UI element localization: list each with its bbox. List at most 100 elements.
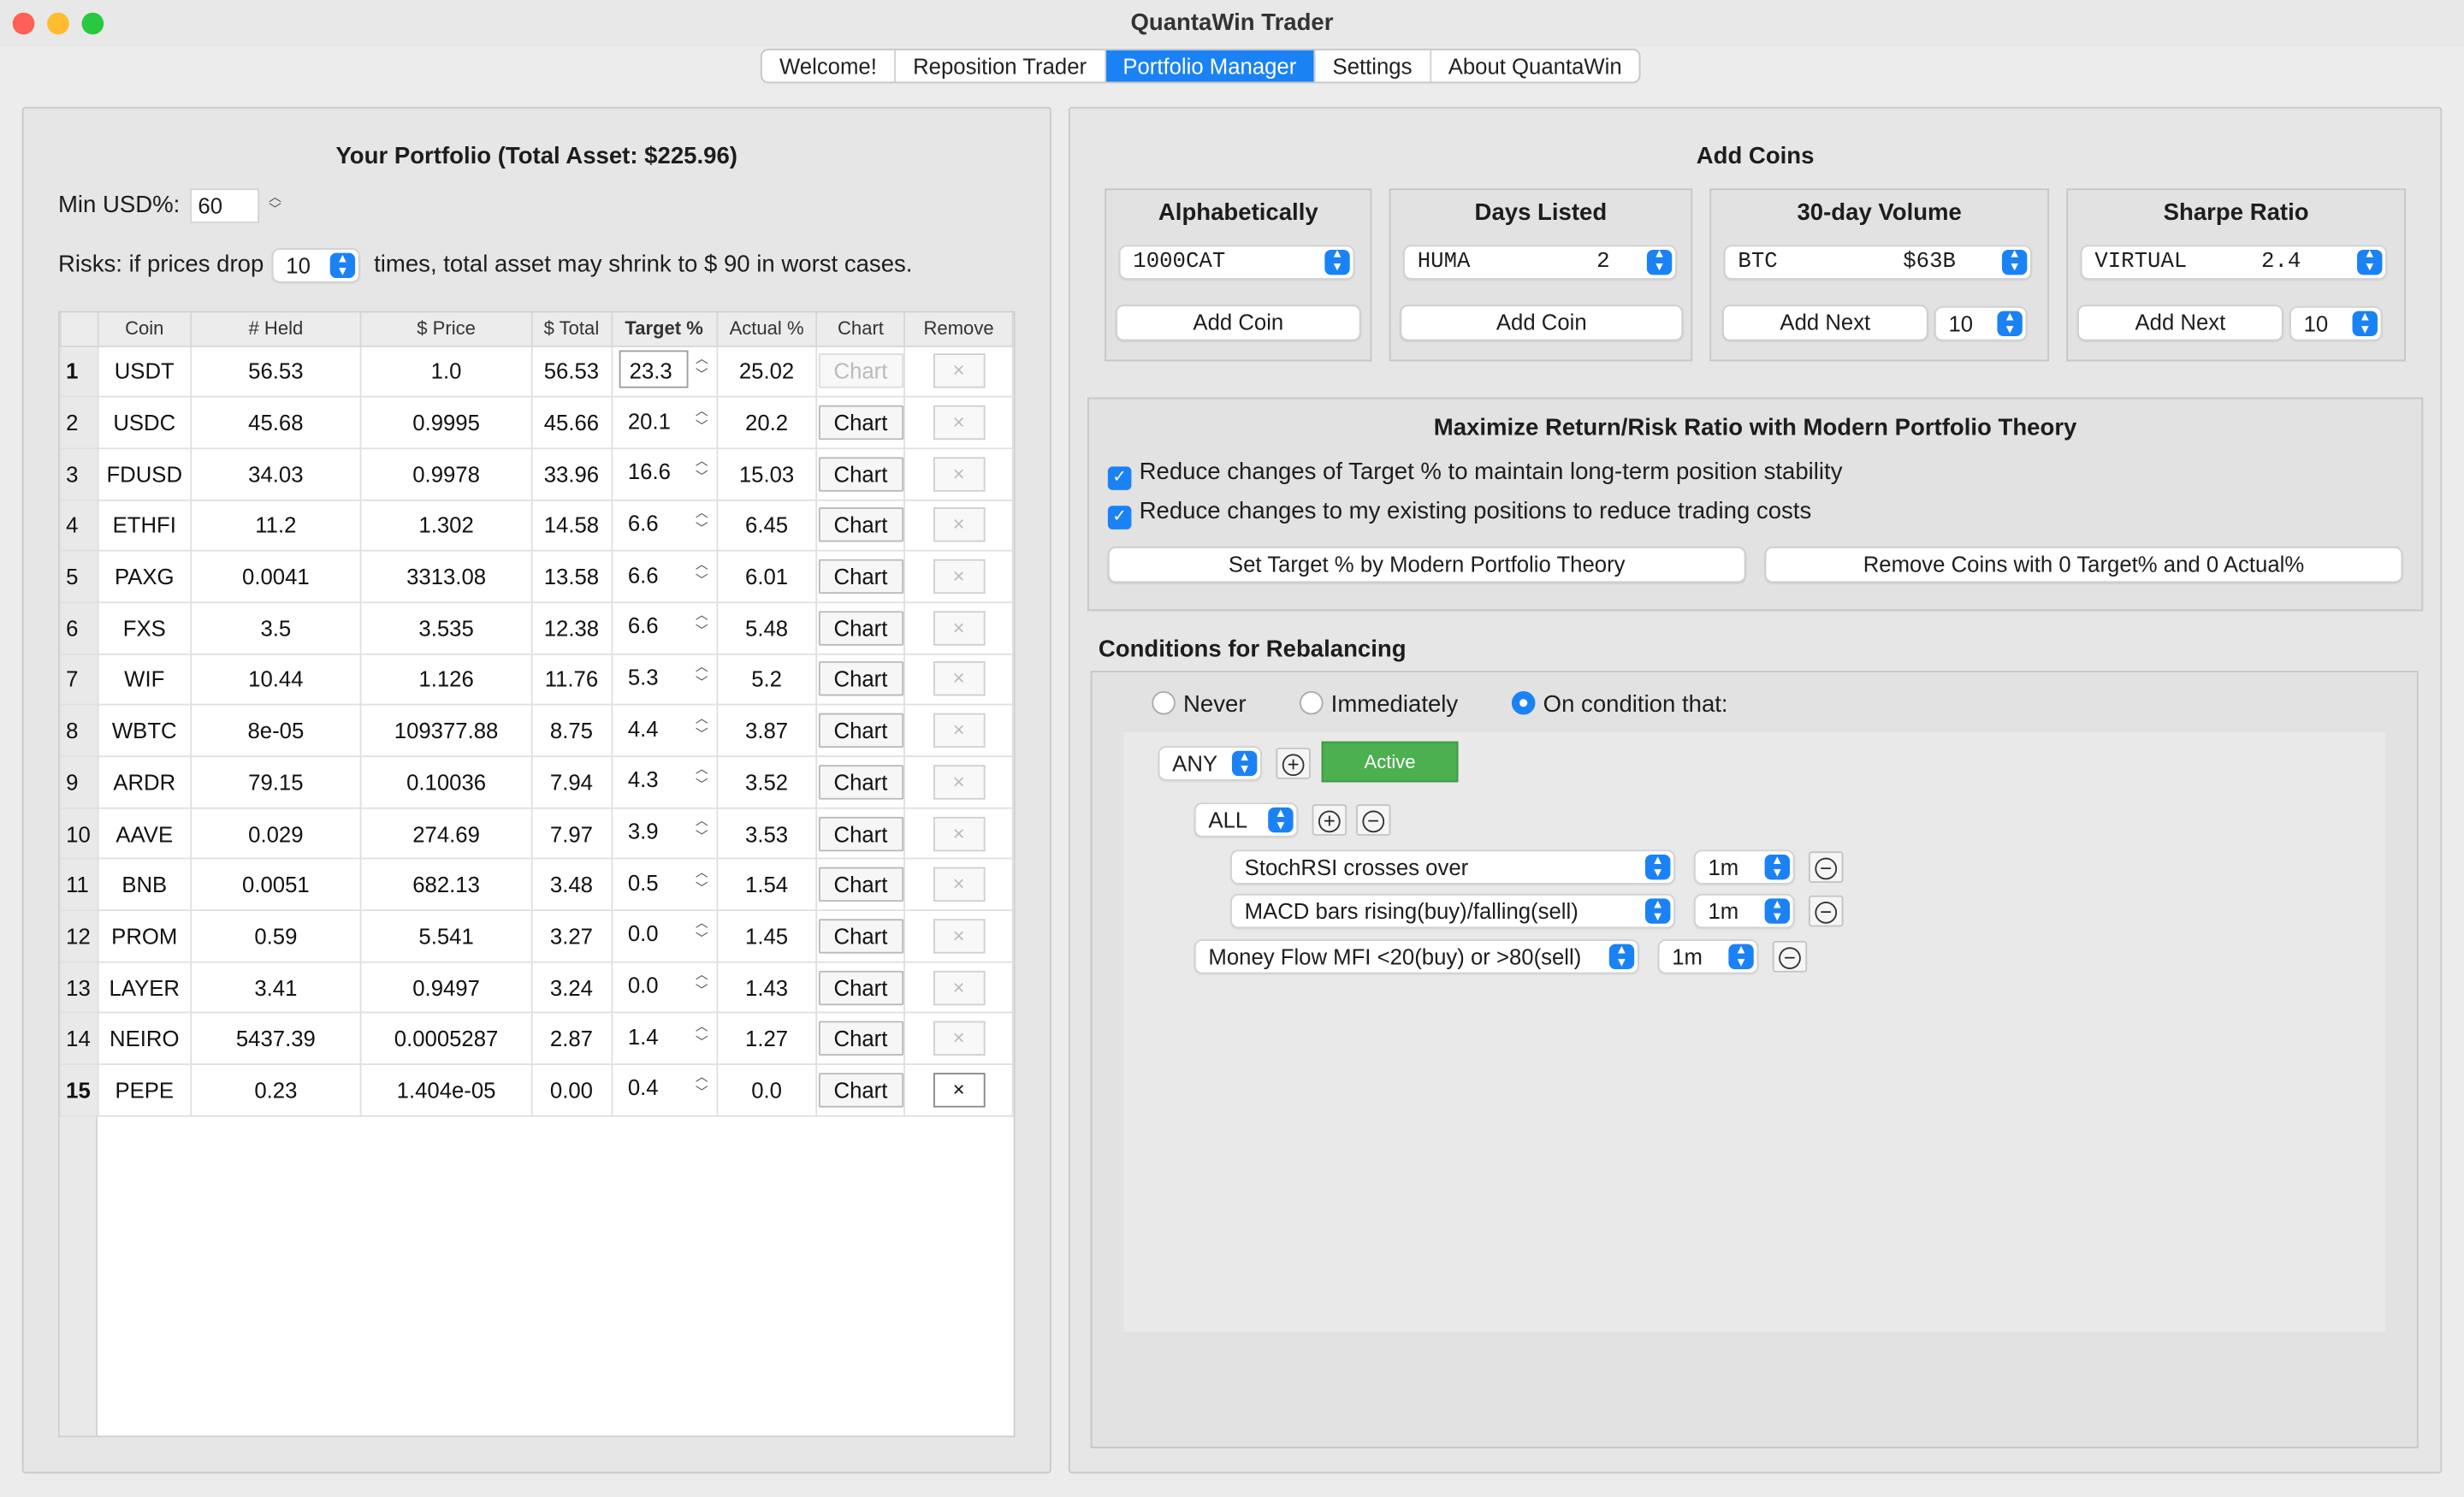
target-spinbox[interactable]: 0.4 ︿ ﹀	[615, 1066, 713, 1109]
stepper-icon[interactable]: ︿ ﹀	[696, 506, 708, 537]
remove-button[interactable]: ×	[933, 816, 985, 851]
target-spinbox[interactable]: 6.6 ︿ ﹀	[615, 501, 713, 545]
min-usd-stepper-icon[interactable]: ︿ ﹀	[265, 191, 284, 216]
target-spinbox[interactable]: 0.5 ︿ ﹀	[615, 861, 713, 904]
stepper-icon[interactable]: ︿ ﹀	[696, 660, 708, 691]
target-value[interactable]: 4.3	[618, 760, 688, 799]
target-value[interactable]: 3.9	[618, 812, 688, 850]
chart-button[interactable]: Chart	[818, 970, 903, 1005]
volume-coin-select[interactable]: BTC $63B ▲ ▼	[1723, 245, 2032, 280]
chart-button[interactable]: Chart	[818, 456, 903, 492]
chart-button[interactable]: Chart	[818, 764, 903, 800]
radio-icon[interactable]	[1299, 690, 1324, 715]
target-spinbox[interactable]: 5.3 ︿ ﹀	[615, 655, 713, 699]
add-subcondition-button[interactable]: +	[1312, 804, 1348, 836]
tab-settings[interactable]: Settings	[1315, 50, 1431, 82]
target-value[interactable]: 16.6	[618, 453, 688, 491]
remove-button[interactable]: ×	[933, 713, 985, 748]
stepper-icon[interactable]: ︿ ﹀	[696, 557, 708, 589]
remove-condition-3-button[interactable]: −	[1772, 940, 1808, 973]
chart-button[interactable]: Chart	[818, 816, 903, 851]
condition-2-indicator-select[interactable]: MACD bars rising(buy)/falling(sell) ▲ ▼	[1230, 893, 1675, 929]
remove-button[interactable]: ×	[933, 456, 985, 492]
target-cell[interactable]: 5.3 ︿ ﹀	[610, 653, 718, 707]
sharpe-coin-select[interactable]: VIRTUAL 2.4 ▲ ▼	[2080, 245, 2387, 280]
chart-button[interactable]: Chart	[818, 353, 903, 389]
target-cell[interactable]: 4.3 ︿ ﹀	[610, 755, 718, 809]
target-spinbox[interactable]: 16.6 ︿ ﹀	[615, 450, 713, 494]
min-usd-input[interactable]: 60	[190, 188, 260, 223]
target-cell[interactable]: 0.4 ︿ ﹀	[610, 1063, 718, 1117]
target-value[interactable]: 0.4	[618, 1068, 688, 1107]
chart-button[interactable]: Chart	[818, 919, 903, 954]
mpt-check-stability[interactable]: ✓ Reduce changes of Target % to maintain …	[1107, 459, 1842, 490]
tab-about[interactable]: About QuantaWin	[1431, 50, 1639, 82]
target-cell[interactable]: 0.0 ︿ ﹀	[610, 961, 718, 1015]
target-value[interactable]: 23.3	[618, 350, 688, 388]
target-spinbox[interactable]: 4.4 ︿ ﹀	[615, 707, 713, 750]
stepper-icon[interactable]: ︿ ﹀	[696, 352, 708, 383]
stepper-icon[interactable]: ︿ ﹀	[696, 916, 708, 948]
target-spinbox[interactable]: 0.0 ︿ ﹀	[615, 912, 713, 956]
add-condition-button[interactable]: +	[1276, 748, 1311, 779]
radio-on-condition[interactable]: On condition that:	[1511, 690, 1728, 718]
target-cell[interactable]: 16.6 ︿ ﹀	[610, 447, 718, 500]
radio-icon[interactable]	[1152, 690, 1176, 715]
target-value[interactable]: 5.3	[618, 658, 688, 696]
target-spinbox[interactable]: 6.6 ︿ ﹀	[615, 553, 713, 596]
remove-button[interactable]: ×	[933, 764, 985, 800]
risk-times-select[interactable]: 10 ▲ ▼	[271, 248, 360, 283]
target-spinbox[interactable]: 3.9 ︿ ﹀	[615, 809, 713, 853]
target-spinbox[interactable]: 0.0 ︿ ﹀	[615, 963, 713, 1007]
target-spinbox[interactable]: 23.3 ︿ ﹀	[615, 347, 713, 391]
tab-portfolio-manager[interactable]: Portfolio Manager	[1105, 50, 1316, 82]
chart-button[interactable]: Chart	[818, 1021, 903, 1056]
remove-condition-2-button[interactable]: −	[1809, 895, 1844, 927]
target-value[interactable]: 6.6	[618, 504, 688, 542]
all-operator-select[interactable]: ALL ▲ ▼	[1194, 802, 1299, 837]
alphabetical-coin-select[interactable]: 1000CAT ▲ ▼	[1118, 245, 1355, 280]
target-cell[interactable]: 23.3 ︿ ﹀	[610, 345, 718, 398]
target-cell[interactable]: 3.9 ︿ ﹀	[610, 807, 718, 861]
remove-group-button[interactable]: −	[1356, 804, 1391, 836]
target-spinbox[interactable]: 20.1 ︿ ﹀	[615, 399, 713, 442]
col-header-actual[interactable]: Actual %	[715, 312, 818, 346]
target-spinbox[interactable]: 6.6 ︿ ﹀	[615, 604, 713, 648]
stepper-icon[interactable]: ︿ ﹀	[696, 608, 708, 640]
any-operator-select[interactable]: ANY ▲ ▼	[1158, 746, 1262, 781]
condition-1-indicator-select[interactable]: StochRSI crosses over ▲ ▼	[1230, 849, 1675, 885]
target-spinbox[interactable]: 1.4 ︿ ﹀	[615, 1015, 713, 1058]
remove-button[interactable]: ×	[933, 353, 985, 389]
add-coin-alpha-button[interactable]: Add Coin	[1116, 305, 1361, 341]
col-header-remove[interactable]: Remove	[903, 312, 1014, 346]
col-header-chart[interactable]: Chart	[815, 312, 906, 346]
sharpe-count-select[interactable]: 10 ▲ ▼	[2289, 306, 2383, 341]
tab-welcome[interactable]: Welcome!	[762, 50, 896, 82]
stepper-icon[interactable]: ︿ ﹀	[696, 454, 708, 486]
stepper-icon[interactable]: ︿ ﹀	[696, 403, 708, 435]
target-value[interactable]: 1.4	[618, 1017, 688, 1056]
condition-2-interval-select[interactable]: 1m ▲ ▼	[1693, 893, 1795, 929]
condition-1-interval-select[interactable]: 1m ▲ ▼	[1693, 849, 1795, 885]
target-cell[interactable]: 0.5 ︿ ﹀	[610, 858, 718, 912]
target-cell[interactable]: 1.4 ︿ ﹀	[610, 1012, 718, 1066]
chart-button[interactable]: Chart	[818, 1073, 903, 1108]
target-cell[interactable]: 6.6 ︿ ﹀	[610, 550, 718, 604]
remove-button[interactable]: ×	[933, 867, 985, 902]
target-cell[interactable]: 6.6 ︿ ﹀	[610, 499, 718, 552]
stepper-icon[interactable]: ︿ ﹀	[696, 1070, 708, 1102]
remove-condition-1-button[interactable]: −	[1809, 851, 1844, 884]
col-header-held[interactable]: # Held	[189, 312, 362, 346]
radio-immediately[interactable]: Immediately	[1299, 690, 1458, 718]
target-cell[interactable]: 20.1 ︿ ﹀	[610, 396, 718, 449]
radio-never[interactable]: Never	[1152, 690, 1247, 718]
target-spinbox[interactable]: 4.3 ︿ ﹀	[615, 758, 713, 802]
stepper-icon[interactable]: ︿ ﹀	[696, 967, 708, 999]
mpt-check-costs[interactable]: ✓ Reduce changes to my existing positions…	[1107, 498, 1811, 530]
remove-button[interactable]: ×	[933, 610, 985, 646]
add-coin-days-button[interactable]: Add Coin	[1400, 305, 1684, 341]
target-cell[interactable]: 0.0 ︿ ﹀	[610, 909, 718, 963]
target-value[interactable]: 0.0	[618, 966, 688, 1004]
volume-count-select[interactable]: 10 ▲ ▼	[1934, 306, 2028, 341]
chart-button[interactable]: Chart	[818, 867, 903, 902]
